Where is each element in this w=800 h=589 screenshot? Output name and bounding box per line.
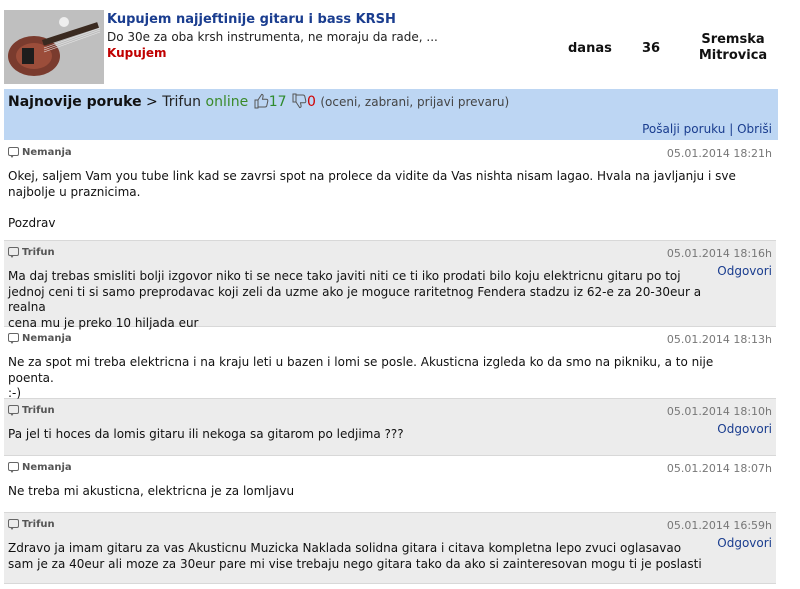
message-author: Trifun xyxy=(8,519,55,530)
message-author: Trifun xyxy=(8,405,55,416)
message-item: Trifun 05.01.2014 18:10h Odgovori Pa jel… xyxy=(4,399,776,456)
ad-description: Do 30e za oba krsh instrumenta, ne moraj… xyxy=(107,30,438,44)
ad-listing-row[interactable]: Kupujem najjeftinije gitaru i bass KRSH … xyxy=(0,0,778,88)
ad-count: 36 xyxy=(642,41,661,56)
negative-rating-count: 0 xyxy=(306,94,316,110)
reply-link[interactable]: Odgovori xyxy=(717,422,772,436)
message-line: Ma daj trebas smisliti bolji izgovor nik… xyxy=(8,269,681,283)
guitar-thumbnail-image[interactable] xyxy=(4,10,104,84)
message-author: Trifun xyxy=(8,247,55,258)
message-text: Ne treba mi akusticna, elektricna je za … xyxy=(8,484,760,500)
message-line: jednoj ceni ti si samo preprodavac koji … xyxy=(8,284,702,315)
message-time: 05.01.2014 18:10h xyxy=(666,405,772,418)
message-line: Pozdrav xyxy=(8,215,56,230)
message-item: Trifun 05.01.2014 16:59h Odgovori Zdravo… xyxy=(4,513,776,584)
message-text: Ne za spot mi treba elektricna i na kraj… xyxy=(8,355,760,402)
message-author: Nemanja xyxy=(8,333,72,344)
reply-link[interactable]: Odgovori xyxy=(717,536,772,550)
message-line: Ne za spot mi treba elektricna i na kraj… xyxy=(8,355,714,385)
conversation-header-line: Najnovije poruke > Trifun online 17 0 (o… xyxy=(8,93,509,113)
speech-bubble-icon xyxy=(8,405,19,416)
delete-link[interactable]: Obriši xyxy=(737,122,772,136)
thumbs-down-icon[interactable] xyxy=(291,93,307,113)
message-text: Zdravo ja imam gitaru za vas Akusticnu M… xyxy=(8,541,716,572)
message-time: 05.01.2014 18:13h xyxy=(666,333,772,346)
message-item: Nemanja 05.01.2014 18:07h Ne treba mi ak… xyxy=(4,456,776,513)
section-title: Najnovije poruke xyxy=(8,94,142,110)
speech-bubble-icon xyxy=(8,519,19,530)
message-line: Okej, saljem Vam you tube link kad se za… xyxy=(8,169,736,183)
message-text: Pa jel ti hoces da lomis gitaru ili neko… xyxy=(8,427,716,443)
online-status: online xyxy=(205,94,249,110)
message-line: najbolje u praznicima. xyxy=(8,184,141,199)
link-separator: | xyxy=(729,122,734,136)
speech-bubble-icon xyxy=(8,247,19,258)
thumbs-up-icon[interactable] xyxy=(253,93,269,113)
conversation-header: Najnovije poruke > Trifun online 17 0 (o… xyxy=(4,89,778,140)
message-item: Trifun 05.01.2014 18:16h Odgovori Ma daj… xyxy=(4,241,776,330)
message-author-name: Nemanja xyxy=(22,147,72,158)
user-actions-links[interactable]: (oceni, zabrani, prijavi prevaru) xyxy=(320,95,509,109)
reply-link[interactable]: Odgovori xyxy=(717,264,772,278)
send-message-link[interactable]: Pošalji poruku xyxy=(642,122,725,136)
message-line: Zdravo ja imam gitaru za vas Akusticnu M… xyxy=(8,541,682,555)
message-item: Nemanja 05.01.2014 18:13h Ne za spot mi … xyxy=(4,327,776,402)
ad-type-label: Kupujem xyxy=(107,46,167,60)
message-line: Pa jel ti hoces da lomis gitaru ili neko… xyxy=(8,427,404,441)
message-author: Nemanja xyxy=(8,147,72,158)
message-text: Ma daj trebas smisliti bolji izgovor nik… xyxy=(8,269,716,331)
user-name[interactable]: Trifun xyxy=(162,94,201,110)
ad-location: Sremska Mitrovica xyxy=(688,32,778,64)
message-author-name: Nemanja xyxy=(22,462,72,473)
message-author-name: Trifun xyxy=(22,247,55,258)
message-author: Nemanja xyxy=(8,462,72,473)
message-line xyxy=(8,200,760,216)
message-time: 05.01.2014 16:59h xyxy=(666,519,772,532)
message-line: sam je za 40eur ali moze za 30eur pare m… xyxy=(8,556,702,571)
ad-location-line1: Sremska xyxy=(701,32,765,47)
breadcrumb-arrow: > xyxy=(146,94,158,110)
message-time: 05.01.2014 18:07h xyxy=(666,462,772,475)
conversation-actions: Pošalji poruku | Obriši xyxy=(642,122,772,136)
ad-title-link[interactable]: Kupujem najjeftinije gitaru i bass KRSH xyxy=(107,12,396,27)
speech-bubble-icon xyxy=(8,333,19,344)
ad-location-line2: Mitrovica xyxy=(698,48,768,63)
message-item: Nemanja 05.01.2014 18:21h Okej, saljem V… xyxy=(4,141,776,241)
speech-bubble-icon xyxy=(8,147,19,158)
ad-date: danas xyxy=(568,41,612,56)
message-author-name: Trifun xyxy=(22,519,55,530)
speech-bubble-icon xyxy=(8,462,19,473)
message-time: 05.01.2014 18:16h xyxy=(666,247,772,260)
message-time: 05.01.2014 18:21h xyxy=(666,147,772,160)
message-author-name: Trifun xyxy=(22,405,55,416)
message-line: Ne treba mi akusticna, elektricna je za … xyxy=(8,484,295,498)
message-text: Okej, saljem Vam you tube link kad se za… xyxy=(8,169,760,231)
positive-rating-count: 17 xyxy=(268,94,287,110)
message-author-name: Nemanja xyxy=(22,333,72,344)
